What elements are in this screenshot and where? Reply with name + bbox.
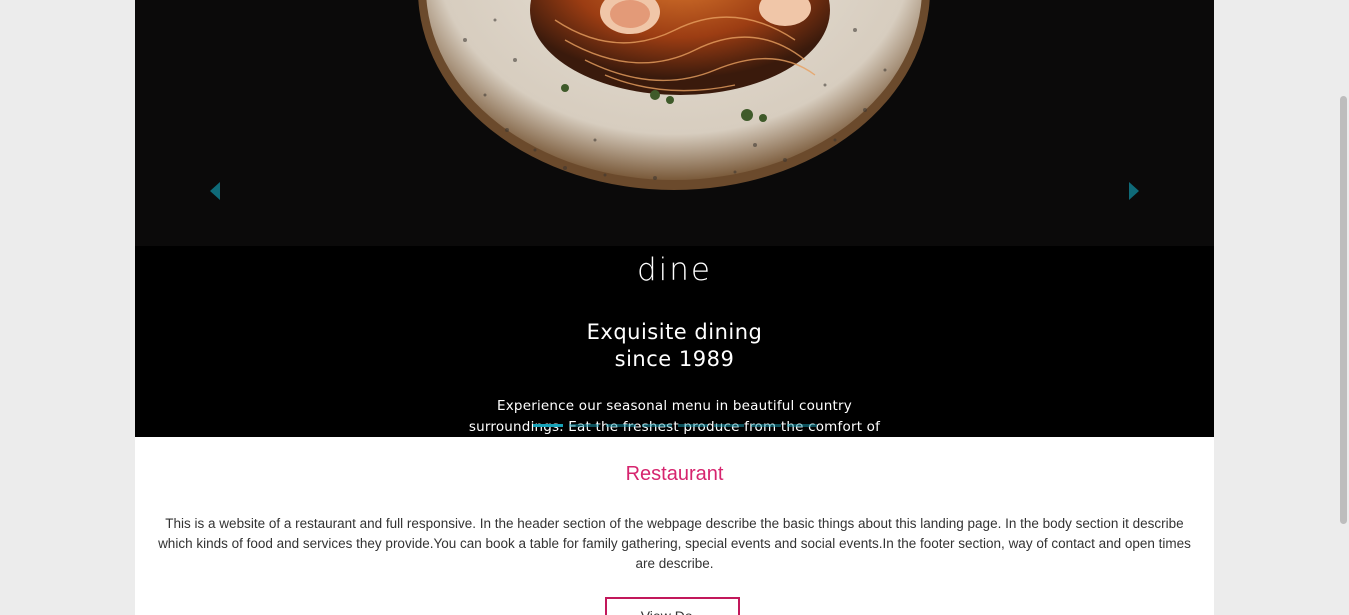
- carousel-indicator[interactable]: [714, 424, 745, 427]
- hero-headline-line1: Exquisite dining: [586, 320, 763, 344]
- chevron-right-icon: [1129, 182, 1139, 200]
- carousel-caption: dine Exquisite dining since 1989 Experie…: [135, 246, 1214, 437]
- carousel-next-button[interactable]: [1121, 178, 1145, 204]
- carousel-indicator[interactable]: [641, 424, 672, 427]
- hero-lede: Experience our seasonal menu in beautifu…: [447, 396, 902, 437]
- carousel-indicator[interactable]: [750, 424, 781, 427]
- main-card: dine Exquisite dining since 1989 Experie…: [135, 0, 1214, 615]
- hero-carousel: dine Exquisite dining since 1989 Experie…: [135, 0, 1214, 437]
- carousel-indicators: [533, 424, 817, 430]
- slide-image-food-plate: [135, 0, 1214, 246]
- restaurant-section: Restaurant This is a website of a restau…: [135, 437, 1214, 615]
- hero-lede-line1: Experience our seasonal menu in beautifu…: [497, 398, 852, 414]
- carousel-indicator[interactable]: [533, 424, 563, 427]
- view-details-button[interactable]: View Do...: [605, 597, 740, 615]
- page-scrollbar[interactable]: [1339, 0, 1349, 615]
- chevron-left-icon: [210, 182, 220, 200]
- section-title: Restaurant: [625, 463, 724, 485]
- section-description: This is a website of a restaurant and fu…: [158, 516, 1191, 571]
- carousel-indicator[interactable]: [605, 424, 636, 427]
- carousel-indicator[interactable]: [569, 424, 600, 427]
- food-plate-illustration: [135, 0, 1214, 246]
- scrollbar-thumb[interactable]: [1340, 96, 1347, 524]
- hero-headline: Exquisite dining since 1989: [135, 319, 1214, 373]
- page: dine Exquisite dining since 1989 Experie…: [0, 0, 1349, 615]
- brand-name: dine: [636, 252, 712, 288]
- hero-headline-line2: since 1989: [614, 347, 735, 371]
- carousel-indicator[interactable]: [678, 424, 709, 427]
- carousel-prev-button[interactable]: [204, 178, 228, 204]
- carousel-indicator[interactable]: [786, 424, 817, 427]
